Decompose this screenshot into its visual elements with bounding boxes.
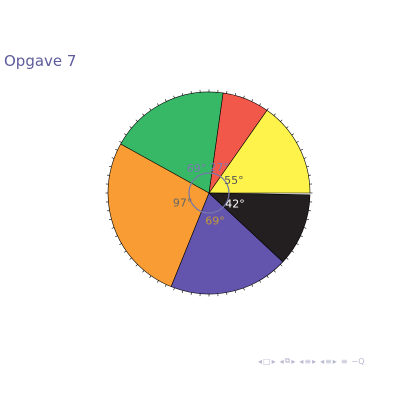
rim-tick — [115, 235, 118, 238]
rim-tick — [181, 290, 184, 294]
nav-next-icon[interactable]: ▸ — [272, 357, 276, 366]
rim-tick — [129, 257, 132, 260]
nav-frame-icon[interactable]: ⧉ — [285, 356, 291, 366]
rim-tick — [135, 264, 138, 267]
rim-tick — [266, 108, 269, 111]
rim-tick — [149, 108, 152, 111]
rim-tick — [286, 257, 289, 260]
rim-tick — [108, 218, 112, 221]
rim-tick — [119, 140, 122, 143]
nav-doc-back-icon[interactable]: ◂ — [320, 357, 324, 366]
rim-tick — [119, 243, 122, 246]
rim-tick — [273, 270, 276, 273]
rim-tick — [280, 119, 283, 122]
nav-doc-forward-icon[interactable]: ▸ — [333, 357, 337, 366]
rim-tick — [296, 140, 299, 143]
rim-tick — [115, 148, 118, 151]
rim-tick — [243, 95, 245, 99]
rim-tick — [259, 103, 262, 106]
rim-tick — [306, 165, 310, 168]
beamer-navigation: ◂ □ ▸ ◂ ⧉ ▸ ◂ ≡ ▸ ◂ ≡ ▸ ≡ ∽Q — [258, 356, 365, 366]
slice-label-2: 69° — [187, 162, 207, 175]
rim-tick — [273, 113, 276, 116]
rim-tick — [303, 157, 307, 159]
rim-tick — [280, 264, 283, 267]
rim-tick — [243, 287, 245, 291]
rim-tick — [251, 99, 254, 102]
rim-tick — [156, 103, 159, 106]
rim-tick — [111, 157, 115, 159]
rim-tick — [124, 133, 127, 136]
rim-tick — [164, 99, 167, 102]
rim-tick — [173, 95, 175, 99]
rim-tick — [234, 92, 237, 96]
rim-tick — [300, 148, 303, 151]
nav-section-forward-icon[interactable]: ▸ — [291, 357, 295, 366]
rim-tick — [291, 133, 294, 136]
slice-label-3: 97° — [173, 196, 193, 209]
nav-section-back-icon[interactable]: ◂ — [280, 357, 284, 366]
rim-tick — [149, 275, 152, 278]
rim-tick — [286, 126, 289, 129]
nav-prev-icon[interactable]: □ — [263, 357, 271, 366]
rim-tick — [142, 270, 145, 273]
rim-tick — [124, 250, 127, 253]
rim-tick — [164, 284, 167, 287]
rim-tick — [234, 290, 237, 294]
nav-subsection-forward-icon[interactable]: ▸ — [312, 357, 316, 366]
slice-label-4: 69° — [205, 214, 225, 227]
pie-slices — [107, 91, 311, 295]
rim-tick — [173, 287, 175, 291]
nav-doc-icon[interactable]: ≡ — [325, 357, 332, 366]
nav-align-icon[interactable]: ≡ — [341, 357, 348, 366]
nav-subsection-icon[interactable]: ≡ — [304, 357, 311, 366]
rim-tick — [111, 227, 115, 229]
nav-first-icon[interactable]: ◂ — [258, 357, 262, 366]
nav-subsection-back-icon[interactable]: ◂ — [299, 357, 303, 366]
slice-label-5: 42° — [225, 197, 245, 210]
slice-label-1: 27° — [210, 161, 230, 174]
slice-label-0: 55° — [224, 174, 244, 187]
nav-search-icon[interactable]: ∽Q — [352, 357, 365, 366]
rim-tick — [108, 165, 112, 168]
rim-tick — [156, 280, 159, 283]
